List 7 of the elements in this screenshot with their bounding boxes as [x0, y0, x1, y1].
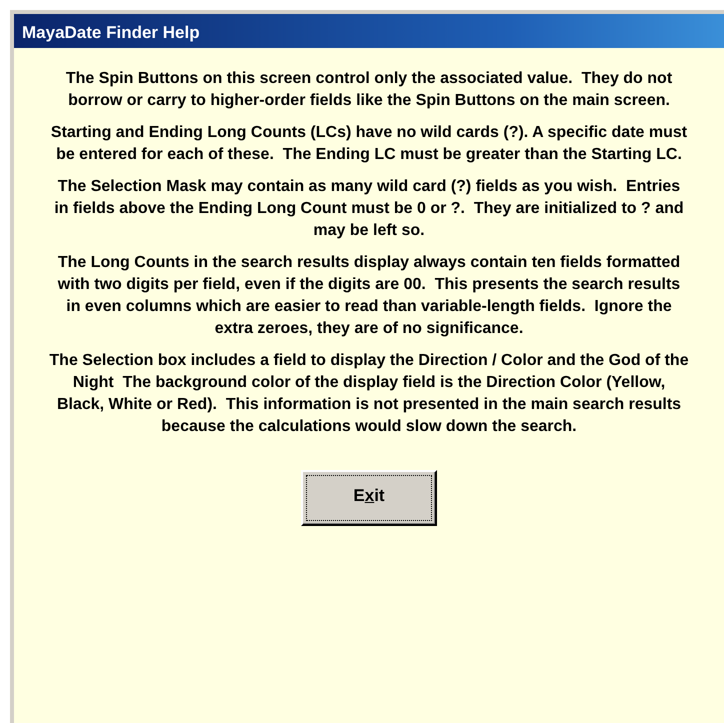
help-paragraph: The Long Counts in the search results display always contain ten fields formatted with two digits per field, even if the digits are 00. This presents the search results in even columns which are easier to read than variable-length fields. Ignore the extra zeroes, they are of no significance.: [56, 253, 682, 339]
help-paragraph: The Selection Mask may contain as many wild card (?) fields as you wish. Entries in fields above the Ending Long Count must be 0 or ?. They are initialized to ? and may be left so.: [53, 177, 685, 241]
help-paragraph: The Selection box includes a field to display the Direction / Color and the God of the Night The background color of the display field is the Direction Color (Yellow, Black, White or Red). This information is not presented in the main search results because the calculations would slow down the search.: [49, 351, 689, 437]
help-paragraph: Starting and Ending Long Counts (LCs) have no wild cards (?). A specific date must be entered for each of these. The Ending LC must be greater than the Starting LC.: [50, 123, 688, 165]
help-paragraph: The Spin Buttons on this screen control only the associated value. They do not borrow or carry to higher-order fields like the Spin Buttons on the main screen.: [64, 69, 674, 111]
window-title: MayaDate Finder Help: [14, 14, 724, 48]
exit-button[interactable]: Exit: [301, 470, 437, 526]
